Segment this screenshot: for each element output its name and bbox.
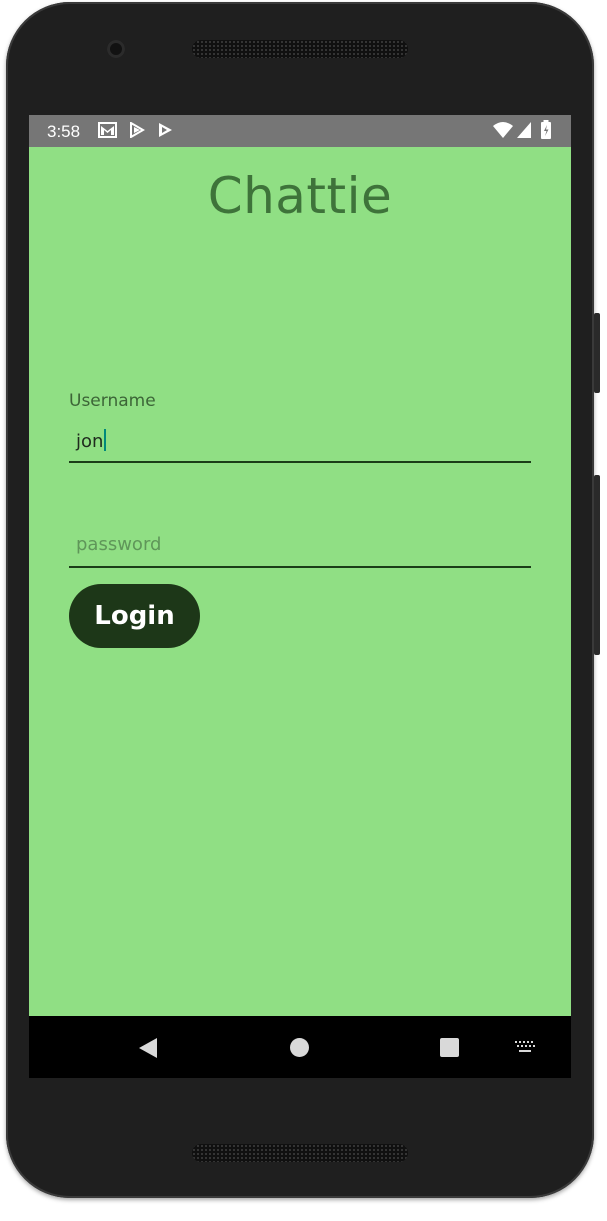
screen: 3:58 Chattie Username jon password Login <box>29 115 571 1078</box>
wifi-icon <box>493 121 513 144</box>
earpiece-speaker <box>192 40 408 58</box>
login-button-label: Login <box>94 601 175 631</box>
battery-icon <box>540 120 552 145</box>
cell-signal-icon <box>516 121 532 144</box>
status-bar: 3:58 <box>29 115 571 147</box>
password-field[interactable]: password <box>69 526 531 568</box>
navigation-bar <box>29 1016 571 1078</box>
play-store-icon <box>129 121 145 143</box>
text-cursor <box>104 429 107 451</box>
username-value: jon <box>76 431 104 452</box>
username-input-wrapper: jon <box>76 429 107 452</box>
front-camera <box>107 40 125 58</box>
username-field[interactable]: jon <box>69 421 531 463</box>
keyboard-icon[interactable] <box>514 1040 536 1059</box>
password-placeholder: password <box>76 534 162 555</box>
back-icon[interactable] <box>137 1036 159 1065</box>
power-button <box>594 313 600 393</box>
username-label: Username <box>69 391 156 411</box>
status-time: 3:58 <box>47 122 81 141</box>
login-button[interactable]: Login <box>69 584 200 648</box>
play-icon <box>157 122 173 143</box>
recents-icon[interactable] <box>440 1038 459 1057</box>
bottom-speaker <box>192 1144 408 1162</box>
gmail-icon <box>98 122 117 143</box>
home-icon[interactable] <box>290 1038 309 1057</box>
app-title: Chattie <box>207 167 393 225</box>
volume-button <box>594 475 600 655</box>
